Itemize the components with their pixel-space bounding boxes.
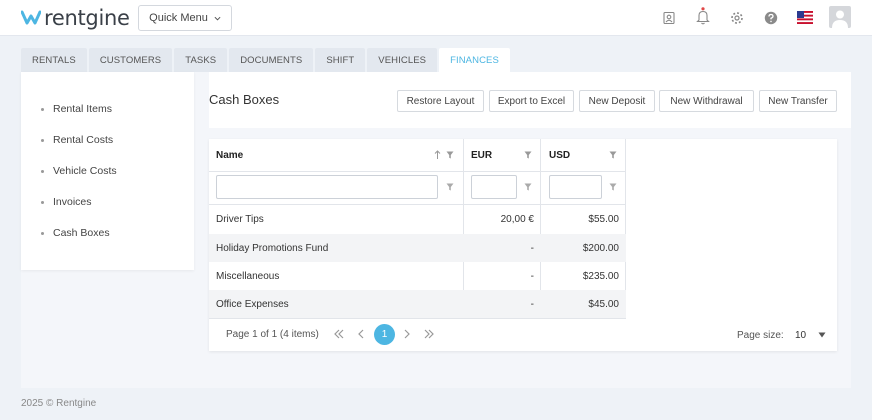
cell-name: Driver Tips — [216, 213, 264, 225]
cell-usd: $45.00 — [588, 298, 619, 310]
tab-customers[interactable]: CUSTOMERS — [88, 48, 173, 72]
sidebar-item-cash-boxes[interactable]: Cash Boxes — [41, 227, 110, 239]
top-header: rentgine Quick Menu — [0, 0, 872, 36]
caret-down-icon[interactable] — [818, 332, 826, 338]
sidebar-item-label: Invoices — [53, 196, 92, 208]
avatar[interactable] — [829, 6, 851, 28]
page-title: Cash Boxes — [209, 92, 280, 107]
us-flag-icon[interactable] — [797, 11, 813, 24]
page-size-label: Page size: — [737, 330, 784, 341]
main-tabs: RENTALS CUSTOMERS TASKS DOCUMENTS SHIFT … — [21, 48, 510, 72]
last-page-icon[interactable] — [423, 328, 435, 340]
column-header-eur[interactable]: EUR — [471, 139, 521, 171]
filter-menu-icon[interactable] — [609, 183, 617, 191]
cash-boxes-content: Cash Boxes Restore Layout Export to Exce… — [209, 72, 851, 388]
help-icon[interactable] — [764, 11, 778, 25]
header-divider — [209, 171, 626, 172]
new-withdrawal-button[interactable]: New Withdrawal — [659, 90, 754, 112]
column-filter-icon[interactable] — [524, 151, 532, 159]
cash-boxes-grid: Name EUR USD Driver Tips 20,00 € $55.00 … — [209, 139, 837, 351]
filter-menu-icon[interactable] — [446, 183, 454, 191]
bullet-icon — [41, 107, 44, 111]
sidebar-item-label: Vehicle Costs — [53, 165, 117, 177]
tab-rentals[interactable]: RENTALS — [21, 48, 87, 72]
bullet-icon — [41, 138, 44, 142]
quick-menu-label: Quick Menu — [149, 12, 208, 24]
cell-eur: - — [530, 270, 534, 282]
column-header-usd[interactable]: USD — [549, 139, 599, 171]
export-excel-button[interactable]: Export to Excel — [489, 90, 574, 112]
finances-sidebar: Rental Items Rental Costs Vehicle Costs … — [21, 72, 194, 270]
cell-usd: $55.00 — [588, 213, 619, 225]
tab-finances[interactable]: FINANCES — [439, 48, 510, 72]
cell-eur: - — [530, 298, 534, 310]
restore-layout-button[interactable]: Restore Layout — [397, 90, 484, 112]
tab-tasks[interactable]: TASKS — [174, 48, 228, 72]
sidebar-item-rental-items[interactable]: Rental Items — [41, 103, 112, 115]
first-page-icon[interactable] — [333, 328, 345, 340]
logo[interactable]: rentgine — [21, 6, 130, 30]
cell-eur: 20,00 € — [500, 213, 534, 225]
sidebar-item-invoices[interactable]: Invoices — [41, 196, 92, 208]
page-size-select[interactable]: 10 — [795, 330, 806, 341]
page-button-current[interactable]: 1 — [374, 324, 395, 345]
bell-icon[interactable] — [696, 7, 710, 25]
sort-ascending-icon[interactable] — [434, 150, 441, 159]
pager: Page 1 of 1 (4 items) 1 Page size: 10 — [209, 319, 837, 351]
content-toolbar-area: Cash Boxes Restore Layout Export to Exce… — [209, 72, 851, 128]
tab-documents[interactable]: DOCUMENTS — [229, 48, 314, 72]
cell-eur: - — [530, 242, 534, 254]
logo-text: rentgine — [44, 6, 130, 30]
column-filter-icon[interactable] — [609, 151, 617, 159]
sidebar-item-label: Rental Costs — [53, 134, 114, 146]
column-header-name[interactable]: Name — [216, 139, 416, 171]
id-card-icon[interactable] — [662, 11, 676, 25]
prev-page-icon[interactable] — [355, 328, 367, 340]
table-row[interactable]: Driver Tips 20,00 € $55.00 — [209, 205, 626, 233]
cell-name: Miscellaneous — [216, 270, 280, 282]
table-row[interactable]: Holiday Promotions Fund - $200.00 — [209, 234, 626, 262]
logo-mark-icon — [21, 10, 41, 25]
cell-usd: $235.00 — [582, 270, 619, 282]
column-filter-icon[interactable] — [446, 151, 454, 159]
footer-copyright: 2025 © Rentgine — [21, 398, 97, 409]
bullet-icon — [41, 169, 44, 173]
tab-vehicles[interactable]: VEHICLES — [367, 48, 438, 72]
sidebar-item-label: Rental Items — [53, 103, 112, 115]
sidebar-item-rental-costs[interactable]: Rental Costs — [41, 134, 113, 146]
next-page-icon[interactable] — [401, 328, 413, 340]
cell-name: Office Expenses — [216, 298, 289, 310]
table-row[interactable]: Office Expenses - $45.00 — [209, 290, 626, 318]
table-row[interactable]: Miscellaneous - $235.00 — [209, 262, 626, 290]
name-filter-input[interactable] — [216, 175, 438, 199]
bullet-icon — [41, 200, 44, 204]
chevron-down-icon — [214, 16, 221, 21]
new-deposit-button[interactable]: New Deposit — [579, 90, 655, 112]
bullet-icon — [41, 231, 44, 235]
eur-filter-input[interactable] — [471, 175, 517, 199]
sidebar-item-label: Cash Boxes — [53, 227, 110, 239]
gear-icon[interactable] — [730, 11, 744, 25]
tab-shift[interactable]: SHIFT — [315, 48, 366, 72]
cell-usd: $200.00 — [582, 242, 619, 254]
cell-name: Holiday Promotions Fund — [216, 242, 329, 254]
new-transfer-button[interactable]: New Transfer — [759, 90, 837, 112]
quick-menu-button[interactable]: Quick Menu — [138, 5, 232, 31]
pager-info: Page 1 of 1 (4 items) — [226, 329, 319, 340]
sidebar-item-vehicle-costs[interactable]: Vehicle Costs — [41, 165, 117, 177]
avatar-icon — [832, 10, 848, 28]
filter-menu-icon[interactable] — [524, 183, 532, 191]
finances-panel: Rental Items Rental Costs Vehicle Costs … — [21, 72, 851, 388]
usd-filter-input[interactable] — [549, 175, 602, 199]
